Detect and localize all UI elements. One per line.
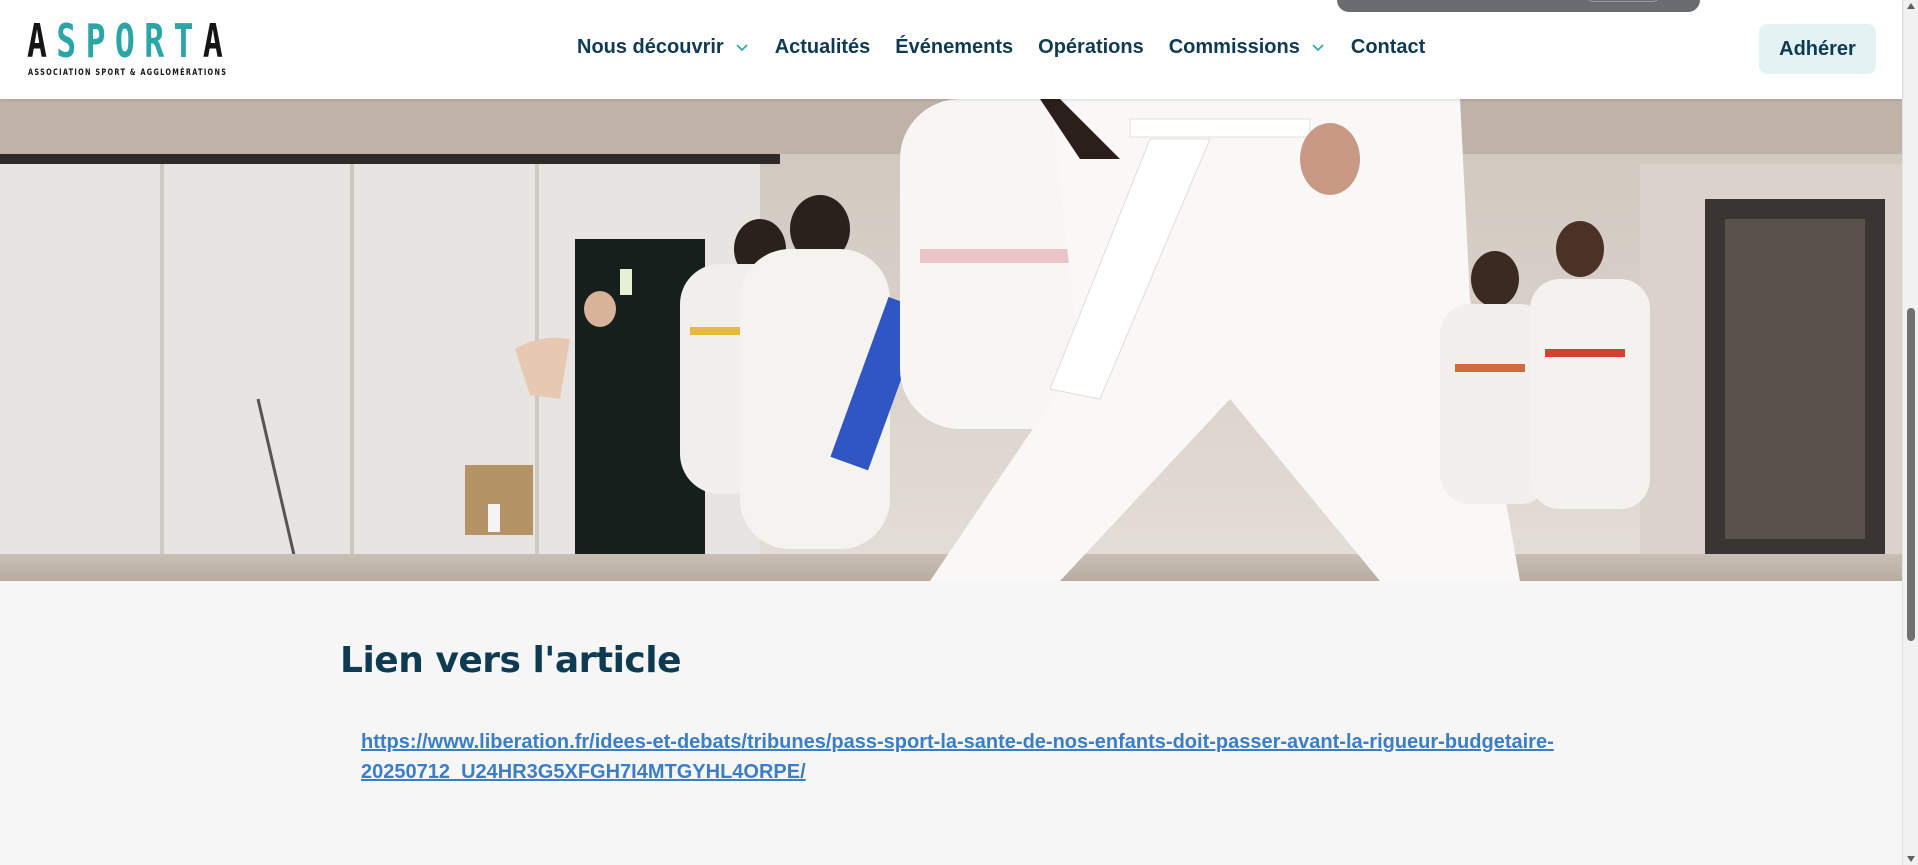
logo-letter: R (144, 14, 174, 68)
karate-class-photo (0, 99, 1902, 581)
nav-item-contact[interactable]: Contact (1351, 36, 1425, 59)
logo-subtitle: ASSOCIATION SPORT & AGGLOMÉRATIONS (28, 68, 228, 78)
vertical-scrollbar[interactable] (1902, 0, 1918, 865)
nav-item-label: Nous découvrir (577, 35, 724, 58)
section-title: Lien vers l'article (340, 640, 682, 681)
logo-letter: A (202, 14, 233, 68)
hero-image (0, 99, 1902, 581)
nav-item-label: Contact (1350, 35, 1426, 58)
chevron-down-icon (736, 44, 748, 52)
article-section: Lien vers l'article https://www.liberati… (340, 640, 1580, 787)
nav-item-nous-decouvrir[interactable]: Nous découvrir (577, 36, 750, 59)
logo-letter: A (27, 14, 57, 68)
article-link[interactable]: https://www.liberation.fr/idees-et-debat… (361, 727, 1561, 787)
logo-wordmark: ASPORTA (27, 18, 232, 64)
scroll-down-icon[interactable] (1907, 856, 1915, 862)
site-logo[interactable]: ASPORTA ASSOCIATION SPORT & AGGLOMÉRATIO… (27, 18, 247, 82)
logo-letter: O (114, 14, 145, 68)
nav-item-label: Actualités (774, 35, 871, 58)
chevron-down-icon (1312, 44, 1324, 52)
overlay-tab-button[interactable] (1584, 0, 1662, 2)
join-button[interactable]: Adhérer (1759, 24, 1876, 74)
scroll-up-icon[interactable] (1907, 3, 1915, 9)
nav-item-commissions[interactable]: Commissions (1169, 36, 1326, 59)
nav-item-label: Événements (895, 35, 1014, 58)
nav-item-evenements[interactable]: Événements (895, 36, 1013, 59)
top-overlay-tab[interactable] (1337, 0, 1700, 12)
main-nav: Nous découvrir Actualités Événements Opé… (577, 33, 1450, 61)
nav-item-operations[interactable]: Opérations (1038, 36, 1144, 59)
logo-letter: P (85, 14, 115, 68)
nav-item-label: Opérations (1038, 35, 1144, 58)
logo-letter: T (173, 14, 203, 68)
logo-letter: S (56, 14, 86, 68)
nav-item-label: Commissions (1168, 35, 1300, 58)
site-header: ASPORTA ASSOCIATION SPORT & AGGLOMÉRATIO… (0, 0, 1902, 99)
scroll-thumb[interactable] (1907, 308, 1915, 641)
nav-item-actualites[interactable]: Actualités (775, 36, 871, 59)
